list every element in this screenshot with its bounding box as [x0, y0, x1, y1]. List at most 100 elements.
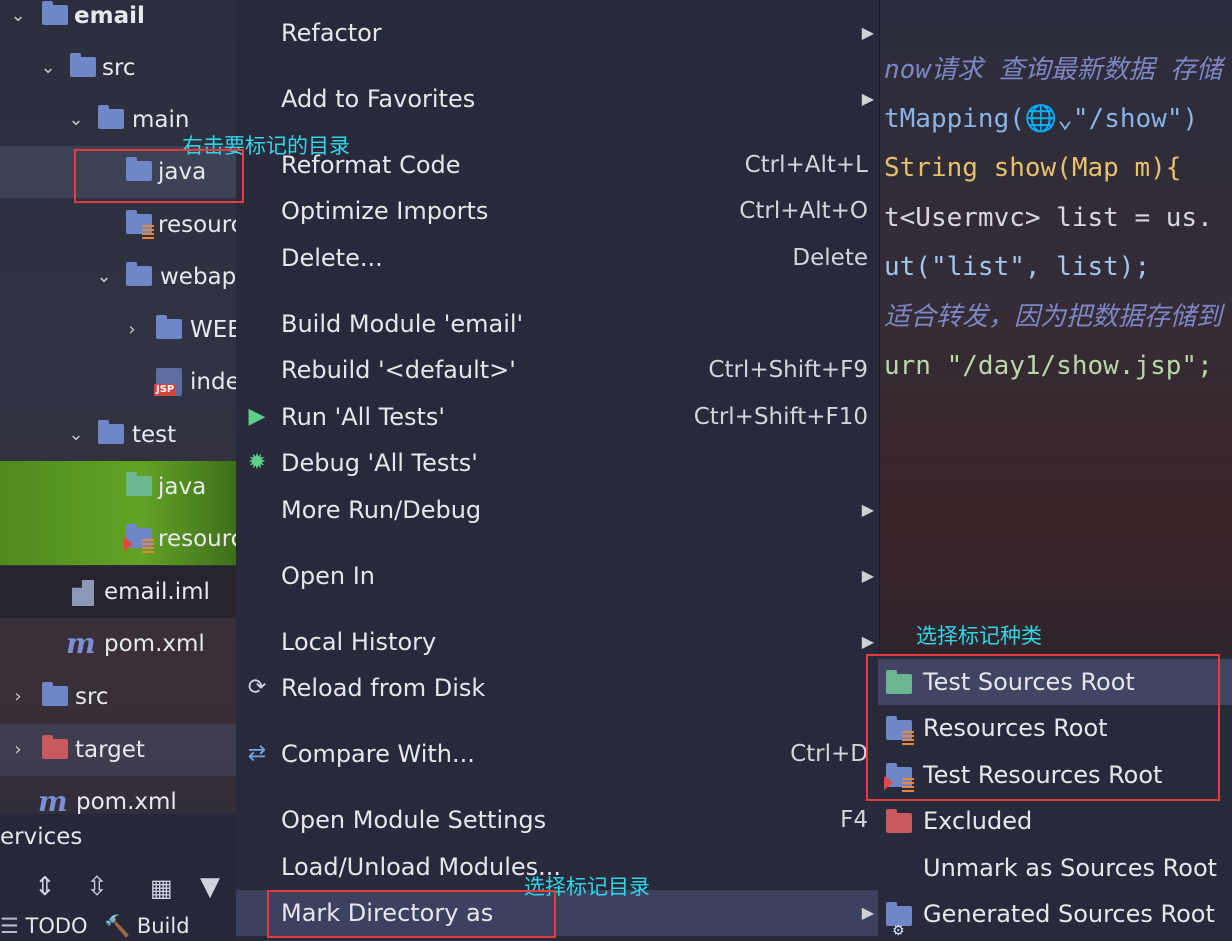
tree-node-src-2[interactable]: › src: [0, 671, 236, 723]
menu-item-label: Refactor: [281, 19, 382, 47]
tree-node-test-java[interactable]: java: [0, 461, 236, 513]
chevron-down-icon[interactable]: ⌄: [92, 251, 116, 303]
menu-item-label: Open Module Settings: [281, 806, 547, 834]
filter-icon[interactable]: ▼: [200, 872, 220, 902]
menu-item-local-history[interactable]: Local History ▶: [236, 619, 880, 665]
highlight-box-mark-types: [866, 654, 1220, 801]
folder-icon: [70, 53, 96, 77]
menu-item-open-in[interactable]: Open In ▶: [236, 553, 880, 599]
code-line: 适合转发，因为把数据存储到: [884, 302, 1223, 332]
debug-icon: ✹: [247, 450, 267, 475]
tree-node-label: resources: [158, 212, 236, 238]
iml-file-icon: [72, 580, 94, 606]
code-line: ut("list", list);: [884, 252, 1151, 282]
menu-item-add-to-favorites[interactable]: Add to Favorites ▶: [236, 76, 880, 122]
submenu-arrow-icon: ▶: [861, 89, 874, 108]
code-line: urn "/day1/show.jsp";: [884, 351, 1213, 381]
chevron-down-icon[interactable]: ⌄: [64, 94, 88, 146]
chevron-down-icon[interactable]: ⌄: [64, 409, 88, 461]
menu-item-open-module-settings[interactable]: Open Module Settings F4: [236, 797, 880, 843]
folder-icon: [98, 420, 124, 444]
folder-icon: [98, 105, 124, 129]
todo-icon: ☰: [0, 914, 19, 938]
services-title: ervices: [0, 824, 83, 850]
tree-node-email-iml[interactable]: email.iml: [0, 566, 236, 618]
tab-todo-label: TODO: [25, 914, 88, 938]
menu-item-run-all-tests[interactable]: ▶ Run 'All Tests' Ctrl+Shift+F10: [236, 394, 880, 440]
tab-build[interactable]: 🔨 Build: [104, 914, 190, 939]
tree-node-pom-xml[interactable]: m pom.xml: [0, 618, 236, 670]
submenu-item-label: Unmark as Sources Root: [923, 854, 1218, 882]
menu-item-refactor[interactable]: Refactor ▶: [236, 10, 880, 56]
tree-node-web-inf[interactable]: › WEB-INF: [0, 304, 236, 356]
tab-build-label: Build: [136, 914, 190, 938]
tree-node-target[interactable]: › target: [0, 724, 236, 776]
chevron-right-icon[interactable]: ›: [6, 671, 30, 723]
tree-node-label: java: [158, 474, 207, 500]
jsp-file-icon: JSP: [154, 368, 182, 396]
code-line: now请求 查询最新数据 存储: [884, 55, 1223, 85]
submenu-item-unmark[interactable]: Unmark as Sources Root: [878, 845, 1232, 891]
submenu-arrow-icon: ▶: [861, 23, 874, 42]
folder-icon: [156, 315, 182, 339]
menu-item-compare-with[interactable]: ⇄ Compare With... Ctrl+D: [236, 731, 880, 777]
menu-item-label: Local History: [281, 628, 437, 656]
menu-item-label: Delete...: [281, 244, 383, 272]
hammer-icon: 🔨: [104, 914, 131, 938]
menu-item-label: Debug 'All Tests': [281, 449, 478, 477]
tree-node-label: resources: [158, 526, 236, 552]
gear-icon: ⚙: [892, 923, 905, 939]
submenu-item-excluded[interactable]: Excluded: [878, 798, 1232, 844]
annotation-choose-mark-type: 选择标记种类: [916, 624, 1042, 648]
chevron-down-icon[interactable]: ⌄: [36, 42, 60, 94]
menu-item-label: Load/Unload Modules...: [281, 853, 562, 881]
tree-node-label: email: [74, 3, 145, 29]
submenu-arrow-icon: ▶: [861, 500, 874, 519]
menu-item-delete[interactable]: Delete... Delete: [236, 235, 880, 281]
tree-node-label: main: [132, 107, 190, 133]
menu-item-shortcut: Ctrl+Alt+O: [739, 198, 868, 224]
menu-item-rebuild[interactable]: Rebuild '<default>' Ctrl+Shift+F9: [236, 347, 880, 393]
chevron-right-icon[interactable]: ›: [6, 724, 30, 776]
tree-node-label: test: [132, 422, 177, 448]
menu-item-shortcut: Ctrl+D: [790, 741, 868, 767]
tab-todo[interactable]: ☰ TODO: [0, 914, 88, 938]
tree-node-webapp[interactable]: ⌄ webapp: [0, 251, 236, 303]
tree-node-src[interactable]: ⌄ src: [0, 42, 236, 94]
menu-item-label: More Run/Debug: [281, 496, 482, 524]
collapse-all-icon[interactable]: ⇳: [86, 872, 108, 902]
menu-item-reload-from-disk[interactable]: ⟳ Reload from Disk: [236, 665, 880, 711]
menu-item-label: Add to Favorites: [281, 85, 476, 113]
maven-icon: m: [66, 627, 96, 660]
submenu-item-generated-sources-root[interactable]: ⚙ Generated Sources Root: [878, 891, 1232, 939]
tree-node-index-jsp[interactable]: JSP index.jsp: [0, 356, 236, 408]
tree-node-email[interactable]: ⌄ email: [0, 0, 236, 42]
tree-node-label: WEB-INF: [190, 317, 236, 343]
menu-item-shortcut: Ctrl+Alt+L: [744, 152, 868, 178]
chevron-down-icon[interactable]: ⌄: [6, 0, 30, 42]
tree-node-test[interactable]: ⌄ test: [0, 409, 236, 461]
services-panel: ervices ⇕ ⇳ ▦ ▼ ☰ TODO 🔨 Build: [0, 814, 236, 941]
code-line: tMapping(🌐⌄"/show"): [884, 104, 1199, 134]
tree-node-test-resources[interactable]: resources: [0, 513, 236, 565]
code-line: t<Usermvc> list = us.: [884, 203, 1213, 233]
excluded-folder-icon: [42, 735, 68, 759]
chevron-right-icon[interactable]: ›: [120, 304, 144, 356]
menu-item-label: Reload from Disk: [281, 674, 486, 702]
expand-all-icon[interactable]: ⇕: [34, 872, 56, 902]
group-by-icon[interactable]: ▦: [150, 874, 173, 902]
highlight-box-java-folder: [74, 149, 244, 203]
menu-item-shortcut: Delete: [792, 245, 868, 271]
tree-node-label: webapp: [160, 264, 236, 290]
resources-marker-icon: [142, 539, 154, 553]
menu-item-debug-all-tests[interactable]: ✹ Debug 'All Tests': [236, 440, 880, 486]
submenu-arrow-icon: ▶: [861, 903, 874, 922]
menu-item-optimize-imports[interactable]: Optimize Imports Ctrl+Alt+O: [236, 188, 880, 234]
submenu-arrow-icon: ▶: [861, 566, 874, 585]
code-line: String show(Map m){: [884, 153, 1182, 183]
tree-node-resources[interactable]: resources: [0, 199, 236, 251]
test-marker-icon: [124, 537, 133, 551]
menu-item-build-module[interactable]: Build Module 'email': [236, 301, 880, 347]
menu-item-more-run-debug[interactable]: More Run/Debug ▶: [236, 487, 880, 533]
test-source-folder-icon: [126, 472, 152, 496]
